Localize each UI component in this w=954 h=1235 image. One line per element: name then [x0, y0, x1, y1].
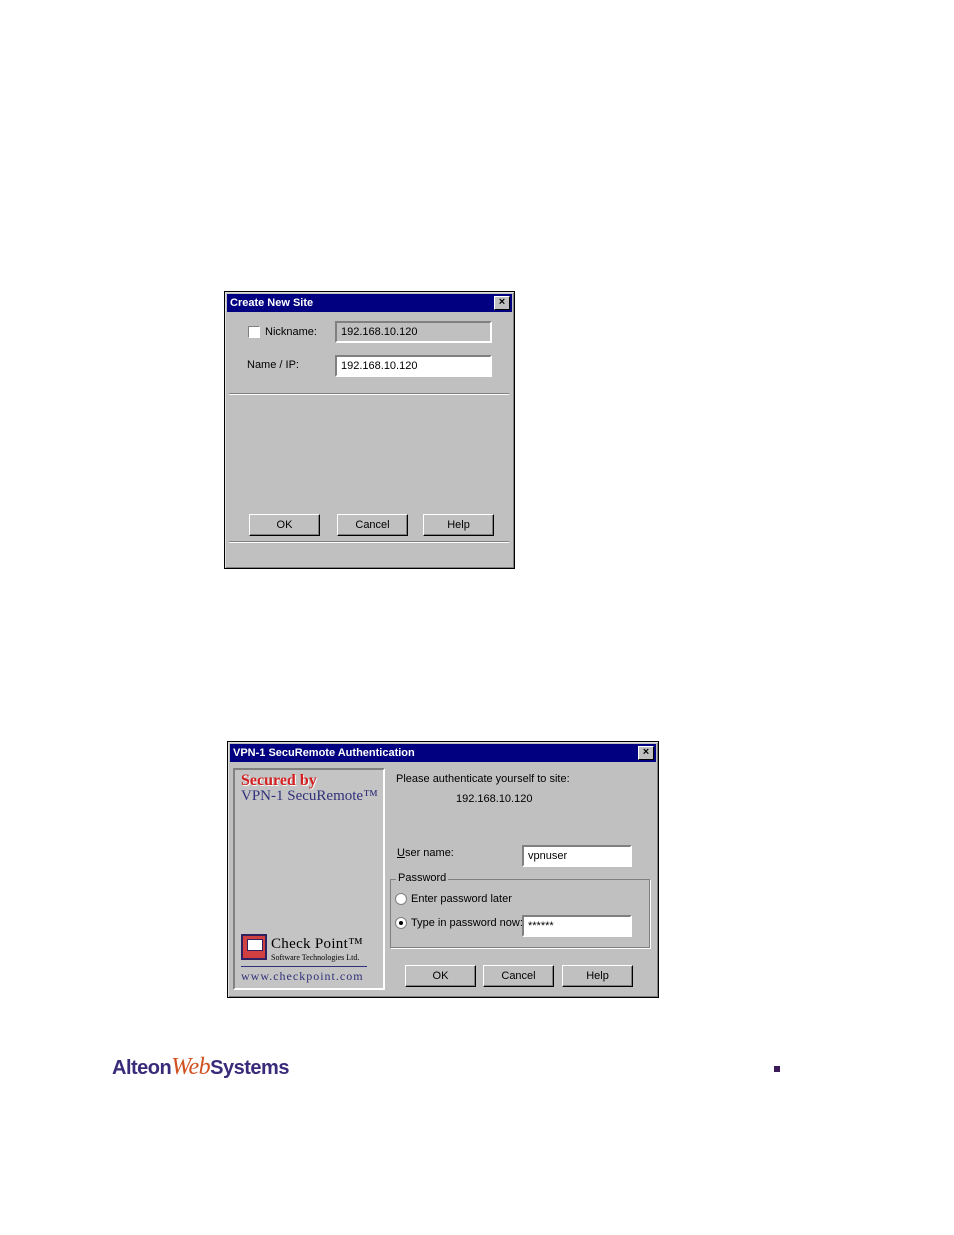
auth-titlebar: VPN-1 SecuRemote Authentication ×	[230, 744, 656, 762]
logo-systems: Systems	[210, 1057, 289, 1079]
check-point-logo-icon	[241, 934, 267, 960]
auth-title: VPN-1 SecuRemote Authentication	[233, 747, 415, 759]
nickname-label: Nickname:	[265, 326, 317, 338]
company-subtitle: Software Technologies Ltd.	[271, 953, 360, 962]
close-icon[interactable]: ×	[638, 746, 654, 760]
name-ip-input[interactable]: 192.168.10.120	[335, 355, 492, 377]
username-label: User name:	[397, 847, 454, 859]
footer-bullet-icon	[774, 1066, 780, 1072]
create-site-titlebar: Create New Site ×	[227, 294, 512, 312]
cancel-button[interactable]: Cancel	[337, 514, 408, 536]
nickname-field[interactable]: 192.168.10.120	[335, 321, 492, 343]
alteon-websystems-logo: AlteonWebSystems	[112, 1054, 289, 1081]
username-input[interactable]: vpnuser	[522, 845, 632, 867]
brand-divider	[241, 966, 367, 967]
create-new-site-dialog: Create New Site × Nickname: 192.168.10.1…	[224, 291, 515, 569]
logo-web: Web	[171, 1054, 211, 1080]
create-site-separator-bottom	[229, 541, 509, 543]
help-button[interactable]: Help	[423, 514, 494, 536]
close-icon[interactable]: ×	[494, 296, 510, 310]
help-button[interactable]: Help	[562, 965, 633, 987]
enter-later-radio[interactable]	[395, 893, 407, 905]
product-name: VPN-1 SecuRemote™	[241, 788, 378, 804]
password-group-label: Password	[396, 872, 449, 884]
enter-later-label: Enter password later	[411, 893, 512, 905]
create-site-separator-top	[229, 393, 509, 395]
password-groupbox	[390, 879, 650, 948]
password-input[interactable]: ******	[522, 915, 632, 937]
nickname-checkbox[interactable]	[248, 326, 260, 338]
cancel-button[interactable]: Cancel	[483, 965, 554, 987]
auth-site: 192.168.10.120	[456, 793, 533, 805]
create-site-title: Create New Site	[230, 297, 314, 309]
ok-button[interactable]: OK	[405, 965, 476, 987]
company-url: www.checkpoint.com	[241, 969, 364, 983]
securemote-auth-dialog: VPN-1 SecuRemote Authentication × Secure…	[227, 741, 659, 998]
company-name: Check Point™	[271, 936, 364, 952]
auth-prompt: Please authenticate yourself to site:	[396, 773, 570, 785]
logo-alteon: Alteon	[112, 1057, 172, 1079]
ok-button[interactable]: OK	[249, 514, 320, 536]
name-ip-label: Name / IP:	[247, 359, 299, 371]
brand-panel: Secured by VPN-1 SecuRemote™ Check Point…	[233, 768, 385, 990]
type-now-radio[interactable]	[395, 917, 407, 929]
type-now-label: Type in password now:	[411, 917, 523, 929]
